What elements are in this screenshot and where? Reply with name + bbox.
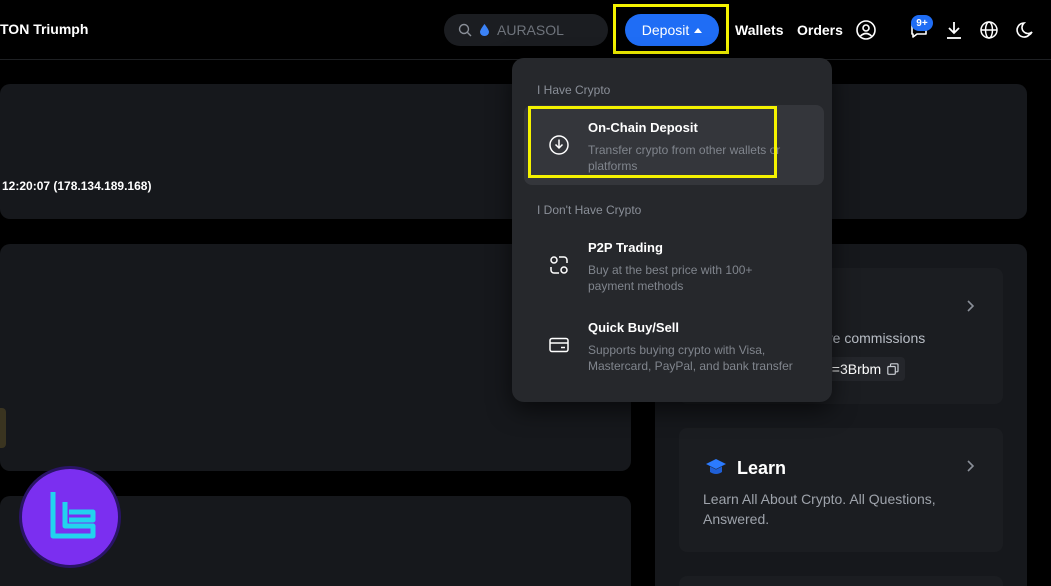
p2p-icon <box>550 256 568 274</box>
copy-icon[interactable] <box>887 363 899 375</box>
drop-icon <box>480 24 489 36</box>
brand-logo-icon <box>50 492 96 539</box>
section-label-have-crypto: I Have Crypto <box>537 83 611 97</box>
last-login-text: 12:20:07 (178.134.189.168) <box>2 179 152 193</box>
download-icon[interactable] <box>943 19 965 41</box>
referral-text: re commissions <box>828 330 926 346</box>
caret-up-icon <box>694 27 703 33</box>
menu-item-description: Buy at the best price with 100+ payment … <box>588 263 753 293</box>
referral-code[interactable]: =3Brbm <box>826 357 905 381</box>
on-chain-highlight-box <box>528 106 777 178</box>
search-box[interactable] <box>444 14 608 46</box>
nav-orders[interactable]: Orders <box>797 22 843 38</box>
deposit-button[interactable]: Deposit <box>625 14 719 46</box>
menu-item-description: Supports buying crypto with Visa, Master… <box>588 343 793 373</box>
chevron-right-icon[interactable] <box>964 299 978 313</box>
globe-icon[interactable] <box>978 19 1000 41</box>
card-icon <box>549 337 569 353</box>
user-icon[interactable] <box>855 19 877 41</box>
nav-wallets[interactable]: Wallets <box>735 22 784 38</box>
section-label-no-crypto: I Don't Have Crypto <box>537 203 642 217</box>
search-input[interactable] <box>497 22 607 38</box>
next-card <box>679 576 1003 586</box>
moon-icon[interactable] <box>1014 19 1036 41</box>
menu-item-quick-buy-sell[interactable]: Quick Buy/Sell Supports buying crypto wi… <box>524 305 824 385</box>
brand-name: TON Triumph <box>0 21 89 37</box>
menu-item-p2p-trading[interactable]: P2P Trading Buy at the best price with 1… <box>524 225 824 305</box>
panel-accent-tab <box>0 408 6 448</box>
chevron-right-icon[interactable] <box>964 459 978 473</box>
menu-item-title: Quick Buy/Sell <box>588 320 680 335</box>
referral-code-value: =3Brbm <box>831 361 882 377</box>
brand-logo-watermark <box>19 466 121 568</box>
learn-title: Learn <box>737 458 787 478</box>
graduation-cap-icon <box>706 459 726 474</box>
top-navigation-bar: TON Triumph Deposit Wallets Orders 9+ <box>0 0 1051 60</box>
deposit-button-label: Deposit <box>641 22 690 38</box>
learn-description: Learn All About Crypto. All Questions, A… <box>703 491 936 527</box>
notification-badge: 9+ <box>911 15 933 31</box>
search-icon <box>458 23 472 37</box>
menu-item-title: P2P Trading <box>588 240 663 255</box>
